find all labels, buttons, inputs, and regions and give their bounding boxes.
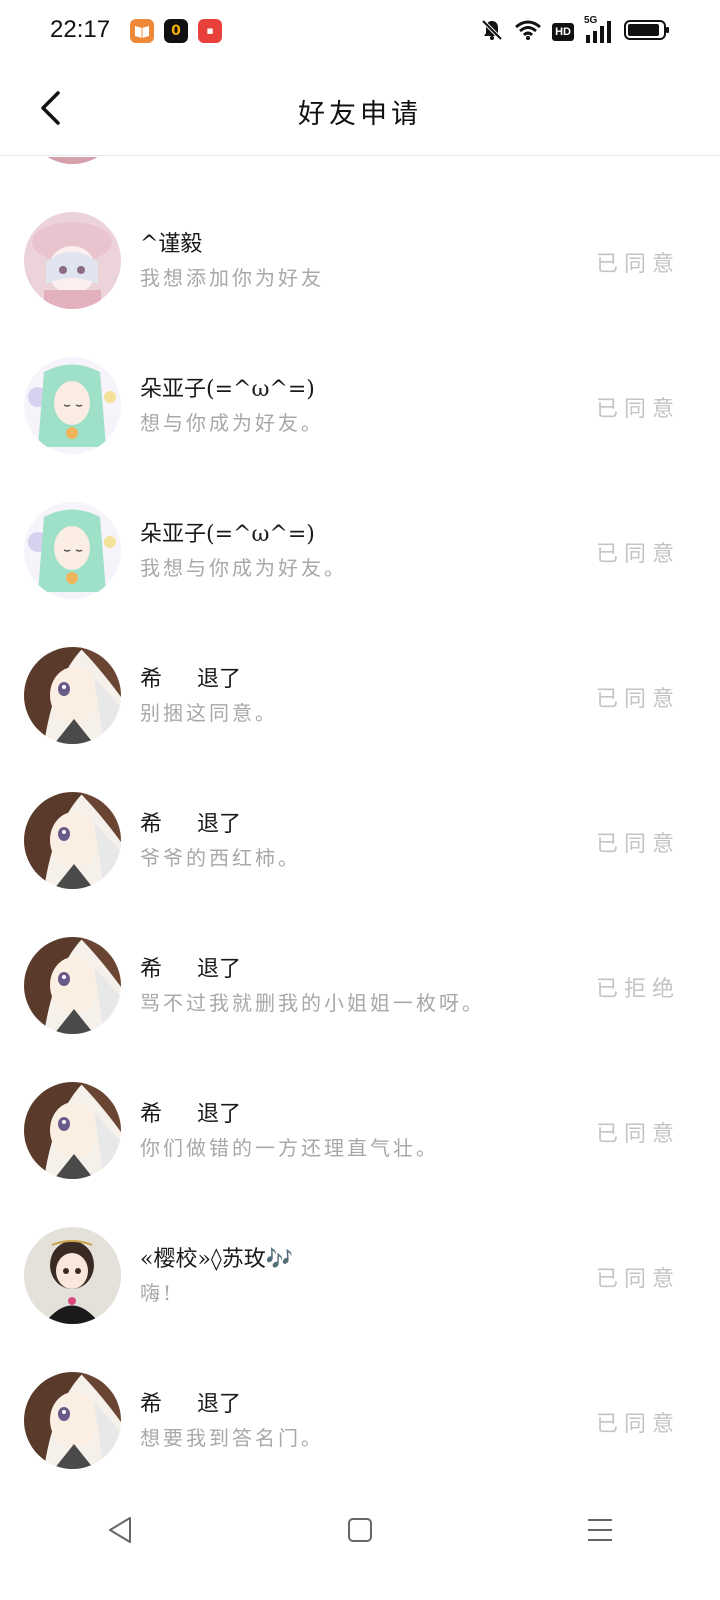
request-status: 已同意 [595, 687, 680, 712]
nav-back-button[interactable] [90, 1510, 150, 1554]
zero-app-icon: 0 [164, 19, 188, 43]
request-message: 想要我到答名门。 [140, 1426, 324, 1450]
requester-name: «樱校»◊苏玫🎶 [140, 1247, 294, 1272]
nav-menu-button[interactable] [570, 1510, 630, 1554]
list-item[interactable]: 希 退了骂不过我就删我的小姐姐一枚呀。 已拒绝 [0, 937, 720, 1082]
request-status: 已同意 [595, 397, 680, 422]
list-item[interactable]: 希 退了你们做错的一方还理直气壮。 已同意 [0, 1082, 720, 1227]
notification-app-icons: 0 ■ [130, 19, 222, 43]
request-message: 爷爷的西红柿。 [140, 846, 301, 870]
red-app-icon: ■ [198, 19, 222, 43]
list-item[interactable]: 希 退了想要我到答名门。 已同意 [0, 1372, 720, 1480]
network-type-label: 5G [584, 15, 598, 26]
status-icons: HD 5G [480, 15, 670, 46]
request-status: 已同意 [595, 1122, 680, 1147]
friend-request-list[interactable]: ^谨毅 我想添加你为好友 已同意 朵亚子(=^ω^=) 想与你成为好友。 已同意 朵亚子(=… [0, 157, 720, 1480]
avatar[interactable] [24, 212, 121, 309]
avatar[interactable] [24, 357, 121, 454]
nav-home-button[interactable] [330, 1510, 390, 1554]
requester-name: 朵亚子(=^ω^=) [140, 522, 315, 547]
header: 好友申请 [0, 64, 720, 156]
request-message: 嗨! [140, 1281, 175, 1305]
avatar[interactable] [24, 1372, 121, 1469]
avatar[interactable] [24, 937, 121, 1034]
request-message: 你们做错的一方还理直气壮。 [140, 1136, 439, 1160]
list-item[interactable]: 朵亚子(=^ω^=) 我想与你成为好友。 已同意 [0, 502, 720, 647]
avatar[interactable] [24, 502, 121, 599]
avatar[interactable] [24, 647, 121, 744]
request-status: 已同意 [595, 252, 680, 277]
request-status: 已同意 [595, 542, 680, 567]
request-message: 别捆这同意。 [140, 701, 278, 725]
signal-icon: 5G [584, 15, 614, 43]
avatar [24, 157, 121, 164]
menu-lines-icon [585, 1516, 615, 1548]
hd-badge: HD [552, 23, 574, 41]
battery-icon [624, 19, 670, 45]
request-status: 已同意 [595, 1267, 680, 1292]
page-title: 好友申请 [298, 99, 422, 130]
books-app-icon [130, 19, 154, 43]
home-square-icon [346, 1516, 374, 1548]
requester-name: 希 退了 [140, 1102, 241, 1127]
requester-name: 希 退了 [140, 667, 241, 692]
avatar[interactable] [24, 1082, 121, 1179]
request-message: 骂不过我就删我的小姐姐一枚呀。 [140, 991, 485, 1015]
request-status: 已同意 [595, 832, 680, 857]
requester-name: ^谨毅 [140, 232, 203, 257]
avatar[interactable] [24, 792, 121, 889]
status-time: 22:17 [50, 16, 111, 43]
requester-name: 希 退了 [140, 957, 241, 982]
list-item[interactable]: «樱校»◊苏玫🎶 嗨! 已同意 [0, 1227, 720, 1372]
system-nav-bar [0, 1480, 720, 1600]
requester-name: 希 退了 [140, 1392, 241, 1417]
list-item[interactable]: ^谨毅我想添加你为好友 已同意 [0, 212, 720, 357]
status-bar: 22:17 0 ■ HD 5G [0, 0, 720, 64]
request-message: 我想与你成为好友。 [140, 556, 347, 580]
back-triangle-icon [106, 1515, 134, 1549]
list-item[interactable]: 希 退了爷爷的西红柿。 已同意 [0, 792, 720, 937]
requester-name: 希 退了 [140, 812, 241, 837]
requester-name: 朵亚子(=^ω^=) [140, 377, 315, 402]
request-status: 已同意 [595, 1412, 680, 1437]
mute-bell-icon [480, 18, 504, 46]
avatar[interactable] [24, 1227, 121, 1324]
request-status: 已拒绝 [595, 977, 680, 1002]
list-item[interactable]: 希 退了别捆这同意。 已同意 [0, 647, 720, 792]
request-message: 想与你成为好友。 [140, 411, 324, 435]
list-item[interactable]: 朵亚子(=^ω^=) 想与你成为好友。 已同意 [0, 357, 720, 502]
wifi-icon [514, 19, 542, 45]
request-message: 我想添加你为好友 [140, 266, 324, 290]
